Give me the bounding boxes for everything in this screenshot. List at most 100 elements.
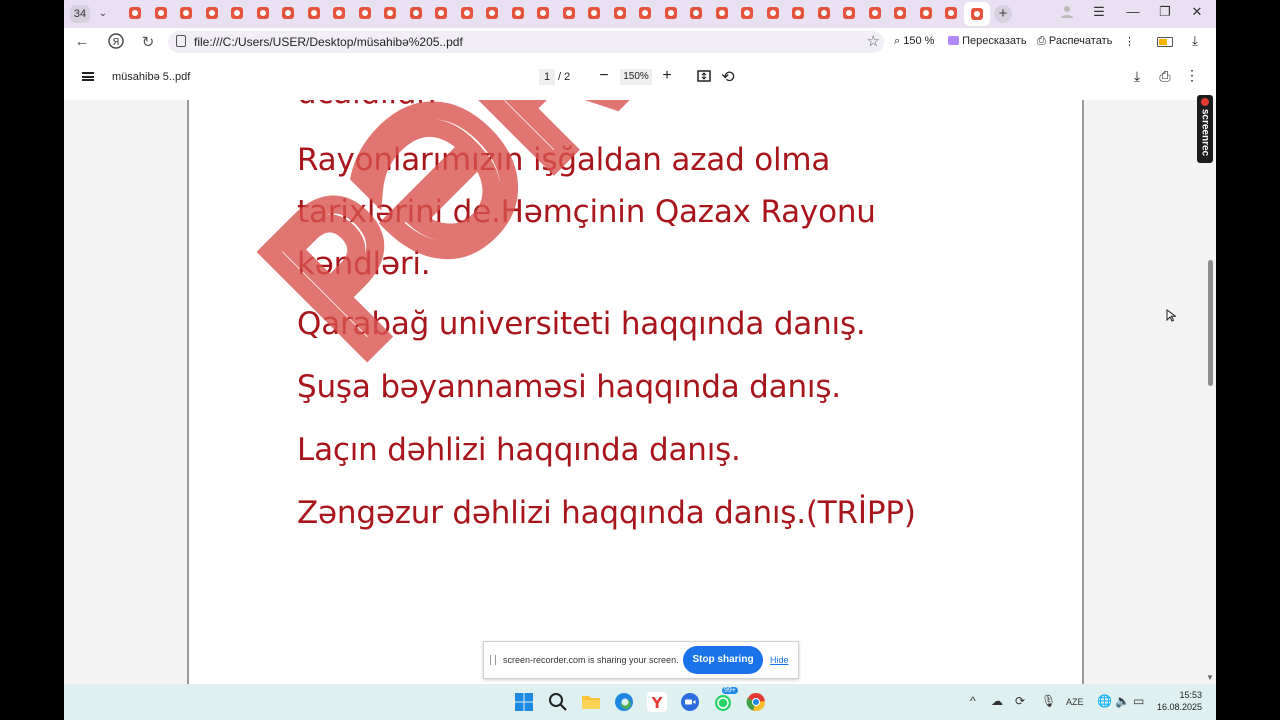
browser-tab[interactable]	[409, 6, 423, 20]
browser-tab[interactable]	[205, 6, 219, 20]
browser-tab[interactable]	[460, 6, 474, 20]
browser-tab[interactable]	[485, 6, 499, 20]
downloads-icon[interactable]: ⤓	[1192, 33, 1198, 49]
language-indicator[interactable]: AZE	[1066, 697, 1084, 707]
browser-tab[interactable]	[868, 6, 882, 20]
browser-tab[interactable]	[842, 6, 856, 20]
pdf-file-icon	[945, 7, 957, 19]
browser-tab-active[interactable]	[963, 2, 990, 26]
browser-tab[interactable]	[893, 6, 907, 20]
fit-page-icon[interactable]	[695, 69, 713, 88]
browser-menu-icon[interactable]: ☰	[1088, 4, 1110, 20]
battery-extension-icon[interactable]	[1157, 37, 1173, 50]
clock[interactable]: 15:53 16.08.2025	[1152, 689, 1202, 713]
retell-button[interactable]: Пересказать	[948, 35, 1027, 47]
new-tab-button[interactable]: +	[994, 5, 1012, 23]
search-icon[interactable]	[548, 692, 568, 712]
browser-tab[interactable]	[256, 6, 270, 20]
browser-tab[interactable]	[944, 6, 958, 20]
zoom-level-input[interactable]: 150%	[620, 69, 652, 85]
scrollbar-thumb[interactable]	[1208, 260, 1213, 386]
battery-icon[interactable]: ▭	[1133, 694, 1144, 708]
edge-icon[interactable]	[614, 692, 634, 712]
minimize-button[interactable]: —	[1122, 4, 1144, 19]
browser-tab[interactable]	[562, 6, 576, 20]
microphone-icon[interactable]: 🎙	[1041, 694, 1056, 708]
browser-tab[interactable]	[791, 6, 805, 20]
zoom-out-button[interactable]: −	[595, 67, 613, 85]
yandex-icon[interactable]: Я	[106, 33, 126, 53]
reload-icon[interactable]: ↻	[138, 33, 158, 51]
browser-tab[interactable]	[817, 6, 831, 20]
text-line: tarixlərini de.Həmçinin Qazax Rayonu	[297, 194, 876, 230]
zoom-indicator[interactable]: ⌕ 150 %	[894, 35, 934, 48]
pdf-more-icon[interactable]: ⋮	[1183, 67, 1201, 84]
tray-expand-icon[interactable]: ^	[970, 694, 976, 708]
browser-tab[interactable]	[715, 6, 729, 20]
browser-tab[interactable]	[511, 6, 525, 20]
taskbar: Y 99+ ^ ☁ ⟳ 🎙 AZE 🌐 🔈 ▭ 15:53 16.08.2025	[64, 684, 1216, 720]
windows-start-icon[interactable]	[514, 692, 534, 712]
close-window-button[interactable]: ✕	[1186, 4, 1208, 20]
browser-tab[interactable]	[638, 6, 652, 20]
browser-tab[interactable]	[766, 6, 780, 20]
browser-tab[interactable]	[281, 6, 295, 20]
pdf-viewer[interactable]: ucaldıldı? Rayonlarımızın işğaldan azad …	[64, 100, 1216, 684]
cloud-offline-icon[interactable]: ☁	[991, 694, 1003, 708]
zoom-app-icon[interactable]	[680, 692, 700, 712]
page-total: / 2	[558, 71, 571, 83]
browser-tab[interactable]	[919, 6, 933, 20]
browser-tab[interactable]	[128, 6, 142, 20]
whatsapp-icon[interactable]: 99+	[713, 687, 738, 712]
drag-handle-icon[interactable]	[490, 655, 496, 665]
zoom-in-button[interactable]: +	[658, 67, 676, 85]
browser-tab[interactable]	[230, 6, 244, 20]
browser-tab[interactable]	[664, 6, 678, 20]
browser-tab[interactable]	[587, 6, 601, 20]
browser-tab[interactable]	[154, 6, 168, 20]
browser-tab[interactable]	[740, 6, 754, 20]
pdf-file-icon	[307, 7, 320, 19]
print-page-label: Распечатать	[1048, 35, 1113, 47]
page-info-icon[interactable]	[176, 35, 186, 47]
browser-tab[interactable]	[307, 6, 321, 20]
screenrec-widget[interactable]: screenrec	[1197, 95, 1213, 163]
url-text[interactable]: file:///C:/Users/USER/Desktop/müsahibə%2…	[194, 35, 463, 49]
url-field[interactable]: file:///C:/Users/USER/Desktop/müsahibə%2…	[168, 31, 884, 53]
volume-icon[interactable]: 🔈	[1115, 694, 1130, 708]
chrome-icon[interactable]	[746, 692, 766, 712]
pdf-file-icon	[639, 7, 651, 19]
restore-button[interactable]: ❐	[1154, 4, 1176, 20]
yandex-browser-taskbar-icon[interactable]: Y	[647, 692, 667, 712]
download-pdf-icon[interactable]: ⤓	[1128, 68, 1146, 85]
browser-tab[interactable]	[689, 6, 703, 20]
print-page-button[interactable]: ⎙ Распечатать	[1037, 35, 1112, 48]
tab-list-dropdown-icon[interactable]: ⌄	[94, 5, 112, 23]
address-bar-row: ← Я ↻ file:///C:/Users/USER/Desktop/müsa…	[64, 28, 1216, 56]
bookmark-icon[interactable]: ☆	[867, 32, 880, 50]
network-icon[interactable]: 🌐	[1097, 694, 1112, 708]
browser-tab[interactable]	[613, 6, 627, 20]
more-actions-icon[interactable]: ⋮	[1124, 35, 1135, 48]
browser-tab[interactable]	[383, 6, 397, 20]
browser-tab[interactable]	[332, 6, 346, 20]
browser-tab[interactable]	[434, 6, 448, 20]
text-line: Zəngəzur dəhlizi haqqında danış.(TRİPP)	[297, 495, 916, 531]
hide-link[interactable]: Hide	[770, 655, 789, 665]
profile-icon[interactable]	[1056, 4, 1078, 21]
scroll-down-arrow-icon[interactable]: ▼	[1206, 673, 1214, 682]
pdf-file-icon	[817, 7, 830, 19]
tab-count-button[interactable]: 34	[70, 5, 90, 23]
browser-tab[interactable]	[536, 6, 550, 20]
browser-tab[interactable]	[179, 6, 193, 20]
hamburger-menu-icon[interactable]	[82, 72, 94, 81]
browser-tab[interactable]	[358, 6, 372, 20]
vertical-scrollbar[interactable]: ▼	[1204, 100, 1216, 684]
stop-sharing-button[interactable]: Stop sharing	[683, 646, 763, 674]
file-explorer-icon[interactable]	[581, 692, 601, 712]
back-arrow-icon[interactable]: ←	[72, 33, 92, 50]
rotate-icon[interactable]: ⟲	[719, 67, 737, 87]
print-pdf-icon[interactable]: ⎙	[1156, 68, 1174, 85]
page-number-input[interactable]: 1	[539, 69, 555, 85]
sync-icon[interactable]: ⟳	[1015, 694, 1025, 708]
